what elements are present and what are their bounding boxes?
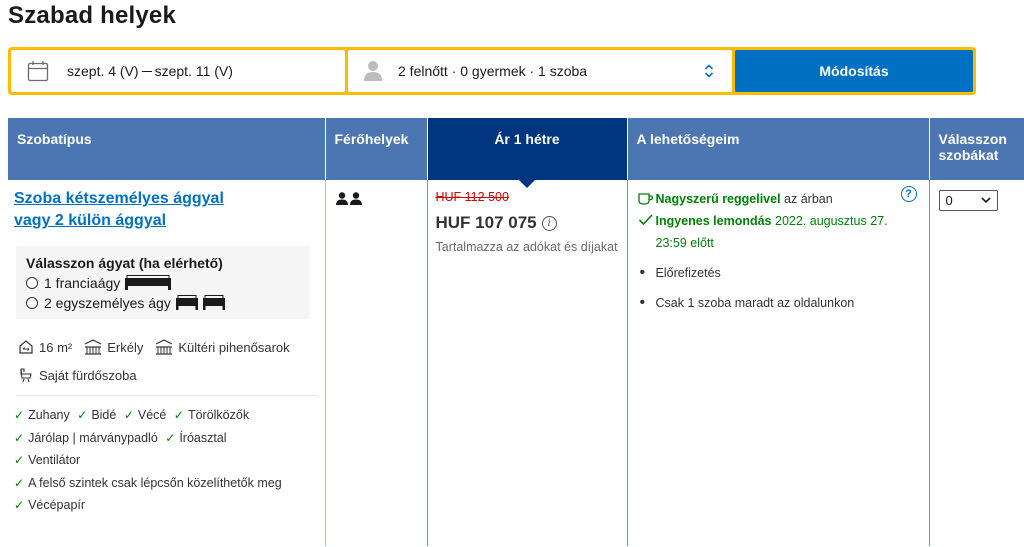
header-options: A lehetőségeim [627,118,930,180]
room-name-link[interactable]: Szoba kétszemélyes ággyal vagy 2 külön á… [8,180,258,232]
checkmark-icon: ✓ [14,430,25,445]
checkmark-icon: ✓ [14,475,25,490]
facility-balcony: Erkély [84,339,143,355]
header-select: Válasszon szobákat [929,118,1024,180]
header-price: Ár 1 hétre [427,118,628,188]
amenity-item: ✓ Törölközők [173,408,250,422]
radio-button[interactable] [26,277,38,289]
amenity-item: ✓ A felső szintek csak lépcsőn közelíthet… [14,475,282,490]
guests-summary: 2 felnőtt · 0 gyermek · 1 szoba [398,63,588,79]
search-bar: szept. 4 (V) szept. 11 (V) 2 felnőtt · 0… [8,47,976,95]
amenity-item: ✓ Bidé [77,408,117,422]
balcony-icon [84,339,102,355]
date-from: szept. 4 (V) [67,63,139,79]
checkmark-icon [638,214,653,226]
facility-size: 16 m² [18,339,72,355]
tax-note: Tartalmazza az adókat és díjakat [435,240,618,254]
room-type-cell: Szoba kétszemélyes ággyal vagy 2 külön á… [8,180,326,546]
two-persons-icon [335,192,362,205]
date-picker[interactable]: szept. 4 (V) szept. 11 (V) [11,50,345,92]
date-separator [141,70,152,72]
single-beds-icon [175,295,225,310]
options-cell: ? Nagyszerű reggelivel az árban Ingyenes… [627,180,930,546]
bed-option-label: 1 franciaágy [44,275,121,291]
select-cell: 0 [929,180,1024,546]
help-icon[interactable]: ? [900,186,917,202]
room-size-icon [19,340,33,354]
info-icon[interactable]: i [541,215,557,231]
facility-bathroom: Saját fürdőszoba [18,367,137,383]
price-cell: HUF 112 500 HUF 107 075 i Tartalmazza az… [427,180,628,546]
amenities-list: ✓ Zuhany ✓ Bidé ✓ Vécé ✓ Törölközők ✓ Járólap… [8,396,320,517]
outdoor-seating-icon [156,339,173,355]
guests-selector[interactable]: 2 felnőtt · 0 gyermek · 1 szoba [348,50,732,92]
checkmark-icon: ✓ [77,408,88,422]
amenity-item: ✓ Ventilátor [14,453,81,467]
checkmark-icon: ✓ [165,430,176,445]
amenity-item: ✓ Vécépapír [14,498,86,512]
header-price-label: Ár 1 hétre [494,131,560,147]
persons-indicator [326,180,427,209]
bed-choice-title: Válasszon ágyat (ha elérhető) [26,255,223,271]
amenity-item: ✓ Íróasztal [165,430,227,445]
amenity-item: ✓ Vécé [123,408,167,422]
option-prepayment: • Előrefizetés [636,262,921,284]
rooms-table: Szobatípus Férőhelyek Ár 1 hétre A lehet… [8,118,1024,546]
coffee-cup-icon [637,193,653,205]
checkmark-icon: ✓ [14,498,25,512]
modify-search-button[interactable]: Módosítás [735,50,973,92]
person-icon [364,61,382,81]
double-bed-icon [125,275,172,290]
facilities-list: 16 m² Erkély Kültéri pihenősarok Saját f… [8,319,318,383]
header-capacity: Férőhelyek [325,118,428,180]
checkmark-icon: ✓ [14,453,25,467]
page-title: Szabad helyek [8,2,177,29]
table-row: Szoba kétszemélyes ággyal vagy 2 külön á… [8,180,1024,546]
header-price-notch [519,180,535,188]
bullet-icon: • [639,264,646,281]
checkmark-icon: ✓ [14,408,25,422]
chevron-down-icon [980,197,991,204]
bed-choice-box: Válasszon ágyat (ha elérhető) 1 franciaá… [16,246,310,319]
checkmark-icon: ✓ [173,408,184,422]
header-room-type: Szobatípus [8,118,326,180]
bed-option-label: 2 egyszemélyes ágy [44,295,171,311]
amenity-item: ✓ Zuhany [14,408,70,422]
bullet-icon: • [639,294,646,311]
bed-option-double[interactable]: 1 franciaágy [26,275,300,291]
calendar-icon [27,61,49,82]
checkmark-icon: ✓ [123,408,134,422]
room-quantity-select[interactable]: 0 [938,190,998,211]
radio-button[interactable] [26,297,38,309]
options-list: ? Nagyszerű reggelivel az árban Ingyenes… [628,180,929,314]
amenity-item: ✓ Járólap | márványpadló [14,430,158,445]
facility-outdoor-seating: Kültéri pihenősarok [155,339,290,355]
chevron-up-down-icon [704,64,714,78]
bed-option-single[interactable]: 2 egyszemélyes ágy [26,295,300,311]
option-free-cancellation: Ingyenes lemondás 2022. augusztus 27. 23… [636,210,921,254]
bathroom-icon [20,368,32,383]
current-price: HUF 107 075 i [428,204,627,233]
capacity-cell [325,180,428,546]
date-to: szept. 11 (V) [154,63,233,79]
option-breakfast: Nagyszerű reggelivel az árban [636,188,921,210]
option-rooms-left: • Csak 1 szoba maradt az oldalunkon [636,292,921,314]
